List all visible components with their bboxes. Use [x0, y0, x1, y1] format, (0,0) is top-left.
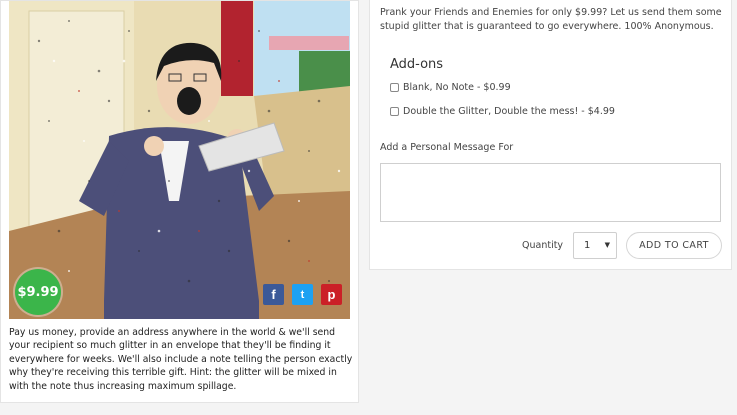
pinterest-share-icon[interactable]: p: [321, 284, 342, 305]
quantity-select[interactable]: 1 ▼: [573, 232, 617, 259]
quantity-label: Quantity: [522, 240, 564, 251]
addon-checkbox[interactable]: [390, 107, 399, 116]
product-intro: Prank your Friends and Enemies for only …: [380, 7, 722, 32]
product-image: [9, 1, 350, 319]
personal-message-label: Add a Personal Message For: [380, 142, 514, 153]
facebook-share-icon[interactable]: f: [263, 284, 284, 305]
add-to-cart-button[interactable]: ADD TO CART: [626, 232, 722, 259]
twitter-share-icon[interactable]: t: [292, 284, 313, 305]
product-card: $9.99 f t p Pay us money, provide an add…: [0, 0, 359, 403]
addon-checkbox[interactable]: [390, 83, 399, 92]
product-description: Pay us money, provide an address anywher…: [9, 327, 353, 392]
purchase-panel: Prank your Friends and Enemies for only …: [369, 0, 732, 270]
quantity-value: 1: [584, 240, 591, 251]
addon-label: Blank, No Note - $0.99: [403, 82, 511, 93]
addon-double-glitter[interactable]: Double the Glitter, Double the mess! - $…: [390, 106, 615, 117]
addon-label: Double the Glitter, Double the mess! - $…: [403, 106, 615, 117]
chevron-down-icon: ▼: [604, 241, 610, 249]
personal-message-input[interactable]: [380, 163, 721, 222]
addon-blank-no-note[interactable]: Blank, No Note - $0.99: [390, 82, 511, 93]
addons-heading: Add-ons: [390, 57, 444, 72]
price-badge: $9.99: [15, 269, 61, 315]
